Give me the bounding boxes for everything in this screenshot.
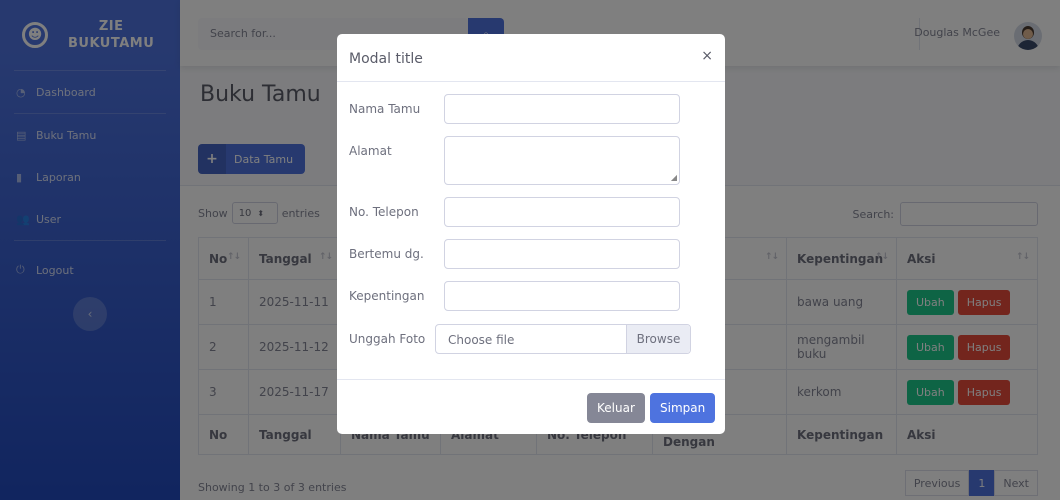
field-kepentingan: Kepentingan [349,281,680,311]
field-bertemu: Bertemu dg. [349,239,680,269]
resize-handle-icon[interactable]: ◢ [671,173,677,182]
guest-modal: Modal title × Nama Tamu Alamat ◢ No. Tel… [337,34,725,434]
no-telepon-input[interactable] [444,197,680,227]
modal-title: Modal title [349,51,423,67]
keluar-button[interactable]: Keluar [587,393,645,423]
kepentingan-input[interactable] [444,281,680,311]
modal-header: Modal title × [337,34,725,82]
field-alamat: Alamat ◢ [349,136,680,185]
field-foto: Unggah Foto [349,332,426,346]
foto-file-input[interactable]: Choose file Browse [435,324,691,354]
browse-button[interactable]: Browse [626,325,690,353]
field-no-telepon: No. Telepon [349,197,680,227]
nama-tamu-input[interactable] [444,94,680,124]
alamat-textarea[interactable]: ◢ [444,136,680,185]
bertemu-input[interactable] [444,239,680,269]
field-nama-tamu: Nama Tamu [349,94,680,124]
simpan-button[interactable]: Simpan [650,393,716,423]
close-icon[interactable]: × [701,48,713,64]
modal-footer: Keluar Simpan [337,379,725,434]
